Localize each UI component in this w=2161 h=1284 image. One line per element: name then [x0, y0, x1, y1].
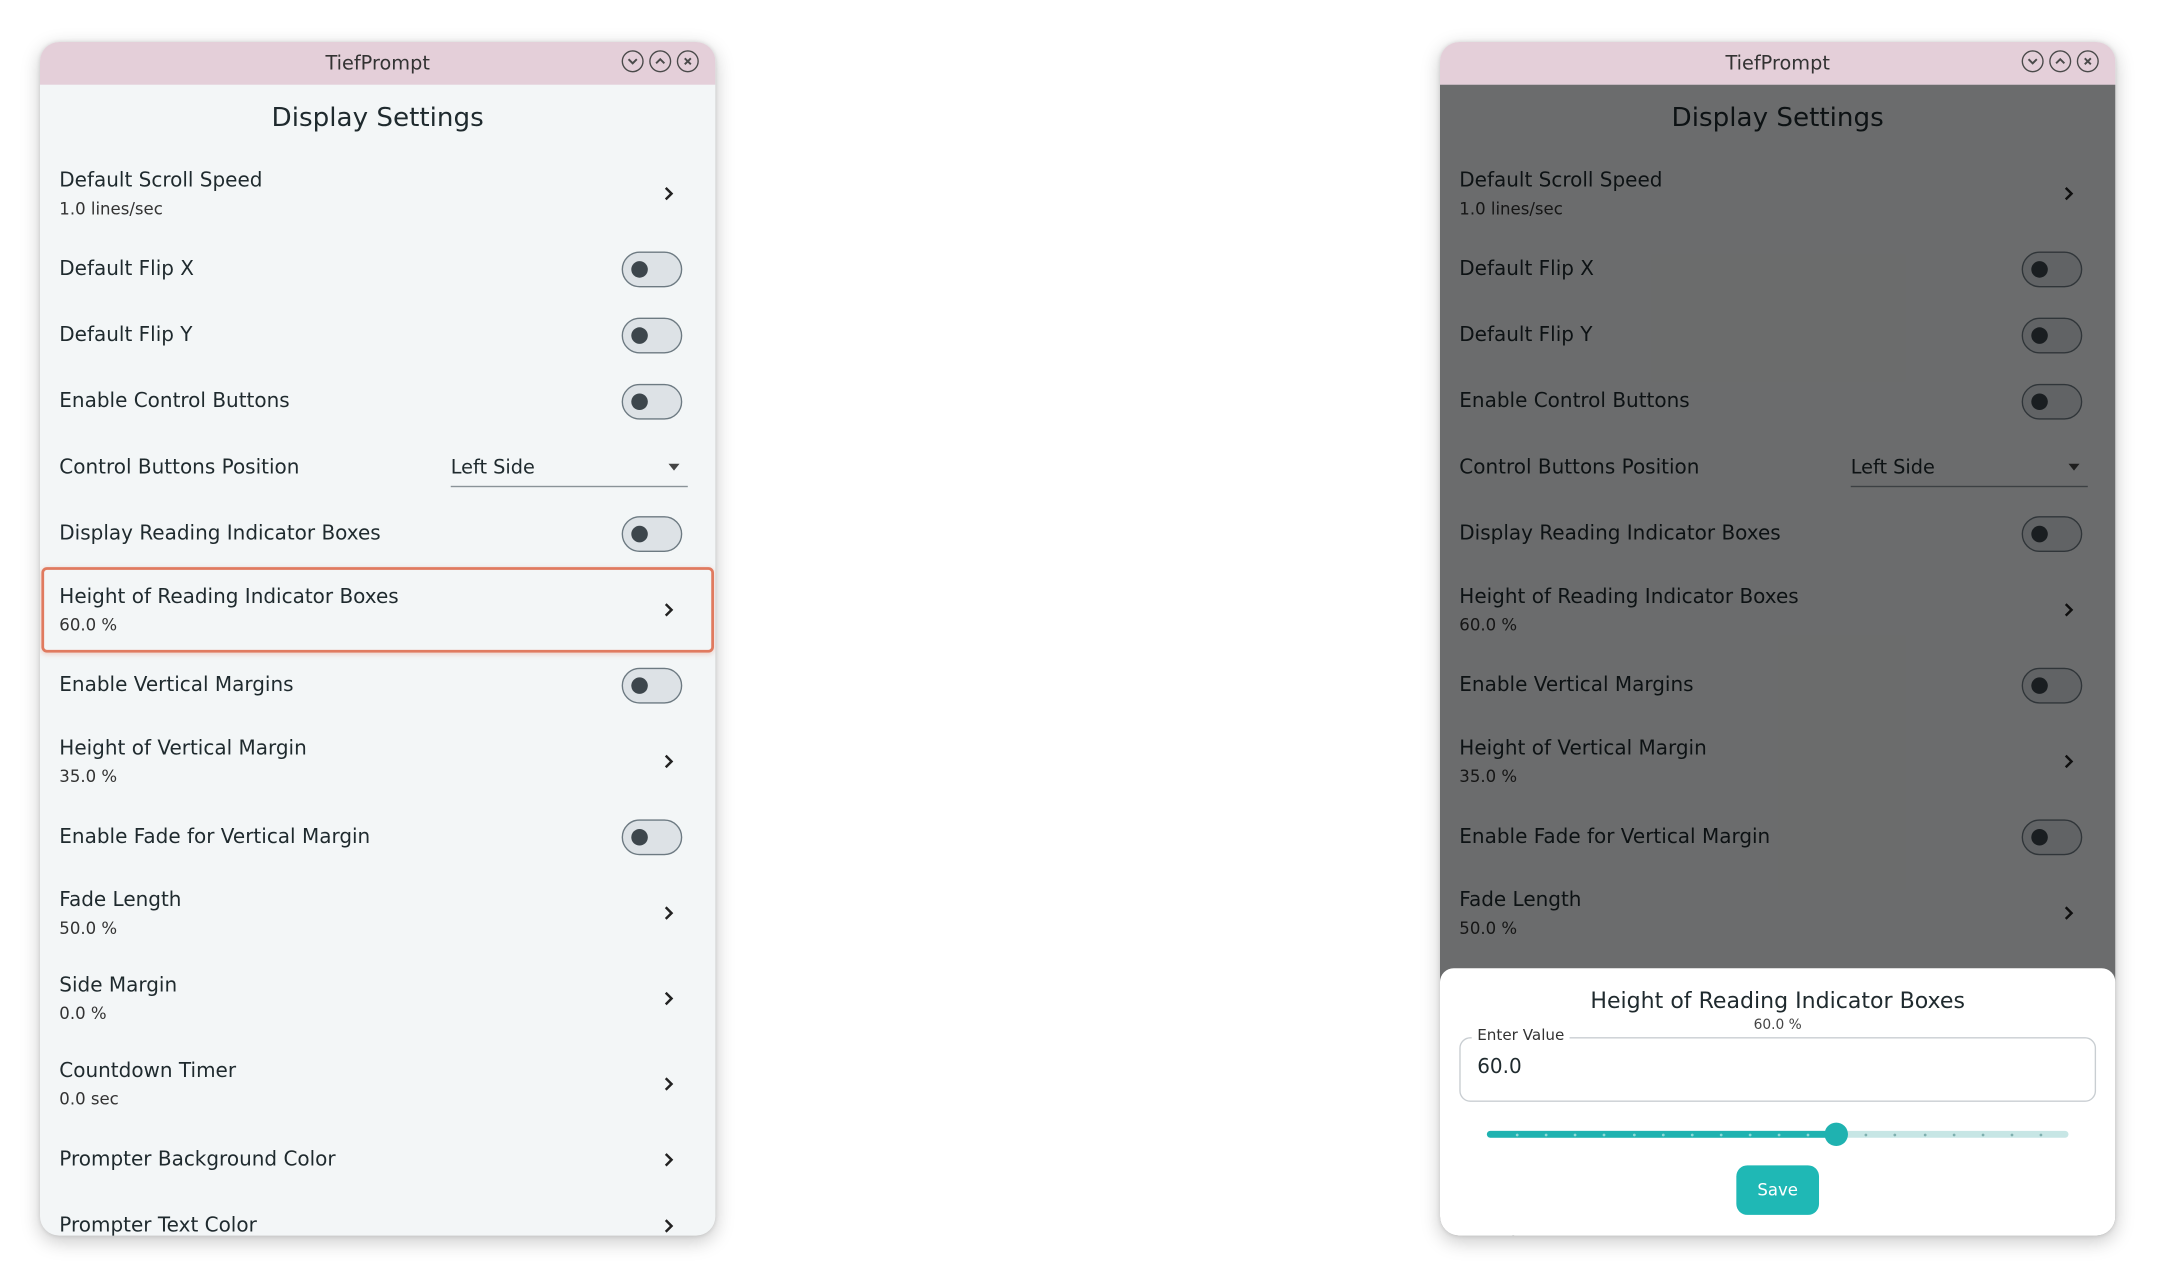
slider-tick: [1515, 1132, 1519, 1136]
setting-row-text-color[interactable]: Prompter Text Color: [40, 1193, 715, 1236]
setting-row-reading-indicator-height[interactable]: Height of Reading Indicator Boxes60.0 %: [40, 567, 715, 653]
close-button[interactable]: [676, 50, 699, 73]
setting-label: Fade Length: [59, 888, 182, 912]
setting-row-bg-color[interactable]: Prompter Background Color: [40, 1127, 715, 1193]
chevron-right-icon: [664, 186, 674, 201]
settings-window-with-dialog: TiefPrompt Display Settings Default Scro…: [1440, 42, 2116, 1236]
maximize-button[interactable]: [2049, 50, 2072, 73]
minimize-button[interactable]: [621, 50, 644, 73]
chevron-up-icon: [2055, 57, 2066, 65]
title-bar[interactable]: TiefPrompt: [1440, 42, 2116, 85]
toggle-knob: [631, 828, 648, 845]
slider-tick: [1719, 1132, 1723, 1136]
dialog-title: Height of Reading Indicator Boxes: [1590, 987, 1965, 1014]
setting-label: Side Margin: [59, 974, 178, 997]
value-dialog: Height of Reading Indicator Boxes 60.0 %…: [1440, 968, 2116, 1236]
settings-window: TiefPrompt Display Settings Default Scro…: [40, 42, 716, 1236]
setting-row-control-buttons[interactable]: Enable Control Buttons: [40, 369, 715, 435]
toggle-switch[interactable]: [621, 383, 683, 420]
chevron-right-icon: [664, 1153, 674, 1167]
setting-row-vertical-margins[interactable]: Enable Vertical Margins: [40, 653, 715, 719]
slider-tick: [1748, 1132, 1752, 1136]
setting-label: Default Flip Y: [59, 324, 193, 347]
setting-row-vertical-margin-height[interactable]: Height of Vertical Margin 35.0 %: [40, 719, 715, 804]
setting-row-fade-length[interactable]: Fade Length 50.0 %: [40, 870, 715, 955]
title-bar[interactable]: TiefPrompt: [40, 42, 716, 85]
chevron-right-icon: [664, 1219, 674, 1233]
settings-list: Default Scroll Speed1.0 lines/secDefault…: [40, 151, 715, 1236]
dropdown-arrow-icon: [668, 463, 680, 470]
toggle-knob: [631, 326, 648, 344]
toggle-switch[interactable]: [621, 317, 683, 354]
setting-row-side-margin[interactable]: Side Margin 0.0 %: [40, 956, 715, 1041]
slider-tick: [1545, 1132, 1548, 1136]
setting-row-fade-vertical-margin[interactable]: Enable Fade for Vertical Margin: [40, 804, 715, 870]
toggle-knob: [631, 260, 648, 278]
dropdown-value: Left Side: [450, 456, 535, 479]
setting-value: 0.0 %: [59, 1003, 107, 1023]
window-title: TiefPrompt: [325, 52, 430, 75]
minimize-button[interactable]: [2021, 50, 2044, 73]
slider-tick: [1632, 1132, 1636, 1136]
setting-value: 50.0 %: [59, 917, 118, 938]
chevron-right-icon: [664, 906, 674, 920]
setting-label: Control Buttons Position: [59, 456, 300, 479]
setting-value: 0.0 sec: [59, 1088, 119, 1109]
setting-row-countdown-timer[interactable]: Countdown Timer 0.0 sec: [40, 1041, 715, 1126]
toggle-knob: [631, 676, 648, 694]
setting-row-flip-x[interactable]: Default Flip X: [40, 236, 715, 302]
slider-tick: [1952, 1132, 1955, 1136]
slider-tick: [1661, 1132, 1665, 1136]
toggle-knob: [631, 392, 648, 410]
setting-label: Countdown Timer: [59, 1059, 237, 1082]
chevron-down-icon: [2027, 58, 2038, 65]
chevron-right-icon: [664, 991, 674, 1006]
chevron-right-icon: [664, 1077, 674, 1091]
value-field[interactable]: Enter Value: [1459, 1026, 2097, 1102]
maximize-button[interactable]: [649, 50, 672, 73]
setting-row-reading-indicator-boxes[interactable]: Display Reading Indicator Boxes: [40, 501, 715, 567]
setting-label: Height of Vertical Margin: [59, 737, 307, 760]
slider-thumb[interactable]: [1824, 1122, 1848, 1147]
value-slider[interactable]: [1486, 1122, 2069, 1147]
setting-label: Enable Fade for Vertical Margin: [59, 826, 371, 849]
close-icon: [2084, 57, 2092, 66]
position-dropdown[interactable]: Left Side: [450, 449, 688, 487]
value-input[interactable]: [1477, 1056, 1891, 1079]
setting-label: Default Flip X: [59, 258, 195, 281]
toggle-switch[interactable]: [621, 251, 683, 288]
close-icon: [684, 57, 692, 66]
setting-label: Display Reading Indicator Boxes: [59, 523, 381, 546]
toggle-switch[interactable]: [621, 516, 683, 552]
value-field-label: Enter Value: [1471, 1026, 1570, 1045]
slider-tick: [1690, 1132, 1694, 1136]
setting-label: Enable Control Buttons: [59, 390, 290, 413]
chevron-up-icon: [655, 57, 666, 65]
setting-label: Default Scroll Speed: [59, 169, 263, 192]
slider-tick: [1981, 1132, 1984, 1136]
slider-tick: [2010, 1132, 2014, 1136]
setting-value: 1.0 lines/sec: [59, 198, 163, 218]
setting-row-scroll-speed[interactable]: Default Scroll Speed 1.0 lines/sec: [40, 151, 715, 236]
setting-label: Prompter Text Color: [59, 1214, 257, 1236]
setting-value: 35.0 %: [59, 766, 118, 786]
slider-tick: [1923, 1132, 1926, 1136]
setting-row-control-buttons-position[interactable]: Control Buttons Position Left Side: [40, 435, 715, 501]
setting-label: Enable Vertical Margins: [59, 674, 294, 697]
slider-tick: [1806, 1132, 1810, 1136]
setting-row-flip-y[interactable]: Default Flip Y: [40, 302, 715, 368]
chevron-right-icon: [664, 754, 674, 769]
chevron-down-icon: [627, 58, 638, 65]
toggle-switch[interactable]: [621, 667, 683, 704]
setting-label: Prompter Background Color: [59, 1148, 336, 1171]
slider-tick: [1777, 1132, 1781, 1136]
save-button[interactable]: Save: [1736, 1165, 1820, 1215]
selection-highlight: [41, 567, 714, 653]
page-title: Display Settings: [271, 102, 484, 133]
slider-tick: [2039, 1132, 2043, 1136]
close-button[interactable]: [2076, 50, 2099, 73]
toggle-knob: [631, 525, 648, 542]
toggle-switch[interactable]: [621, 819, 683, 856]
window-title: TiefPrompt: [1725, 52, 1830, 75]
